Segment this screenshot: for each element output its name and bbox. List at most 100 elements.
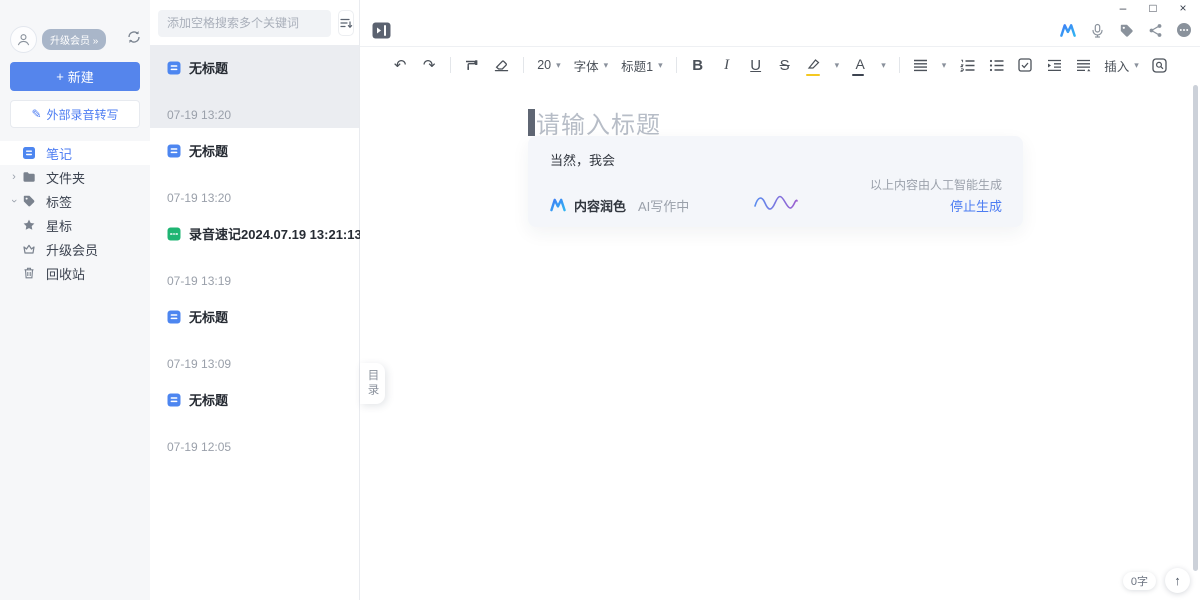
avatar[interactable] [10,26,37,53]
close-button[interactable]: × [1172,0,1194,16]
ai-generated-text: 当然，我会 [550,150,615,169]
bullet-list-icon[interactable] [988,54,1004,76]
ai-assistant-icon[interactable] [1060,22,1076,38]
doc-note-icon [167,393,181,407]
note-list-item[interactable]: 录音速记2024.07.19 13:21:13 07-19 13:19 [150,211,359,294]
title-placeholder: 请输入标题 [536,105,661,140]
trash-icon [22,266,37,281]
refresh-icon[interactable] [126,29,142,49]
sidebar-item-starred[interactable]: 星标 [0,213,150,237]
note-list-item[interactable]: 无标题 07-19 13:20 [150,45,359,128]
plus-icon: + [56,69,64,84]
sidebar-item-notes[interactable]: 笔记 [0,141,150,165]
scroll-to-top-button[interactable]: ↑ [1165,568,1190,593]
sidebar-item-trash[interactable]: 回收站 [0,261,150,285]
note-list-panel: 无标题 07-19 13:20 无标题 07-19 13:20 录音速记2024… [150,0,360,600]
sidebar-item-label: 回收站 [46,264,85,283]
sidebar: 升级会员 » + 新建 ✎ 外部录音转写 笔记 › 文件夹 › 标签 [0,0,150,600]
heading-dropdown[interactable]: 标题1 ▾ [621,56,662,75]
stop-generating-link[interactable]: 停止生成 [950,196,1002,215]
undo-icon[interactable]: ↶ [392,54,408,76]
ordered-list-icon[interactable] [959,54,975,76]
italic-button[interactable]: I [719,54,735,76]
insert-dropdown[interactable]: 插入 ▾ [1104,56,1139,75]
note-date: 07-19 13:20 [167,191,342,205]
redo-icon[interactable]: ↷ [421,54,437,76]
font-color-dropdown[interactable]: ▾ [881,60,886,71]
chevron-down-icon[interactable]: › [8,195,20,207]
chevron-down-icon: ▾ [1134,60,1139,71]
new-note-label: 新建 [68,67,94,86]
line-spacing-icon[interactable] [1075,54,1091,76]
microphone-icon[interactable] [1089,22,1105,38]
toc-label: 目录 [365,369,381,398]
search-input[interactable] [158,10,331,37]
indent-icon[interactable] [1046,54,1062,76]
ai-wave-animation [753,192,799,219]
editor-header [360,0,1200,47]
text-cursor [528,109,535,136]
font-family-value: 字体 [574,56,599,75]
title-input[interactable]: 请输入标题 [528,105,661,140]
maximize-button[interactable]: □ [1142,0,1164,16]
share-icon[interactable] [1147,22,1163,38]
sidebar-item-folders[interactable]: › 文件夹 [0,165,150,189]
new-note-button[interactable]: + 新建 [10,62,140,91]
user-row: 升级会员 » [10,24,142,54]
note-date: 07-19 13:09 [167,357,342,371]
toc-tab[interactable]: 目录 [360,363,385,404]
sort-icon[interactable] [338,10,354,36]
heading-value: 标题1 [621,56,653,75]
checkbox-icon[interactable] [1017,54,1033,76]
note-list-item[interactable]: 无标题 07-19 12:05 [150,377,359,460]
find-in-doc-icon[interactable] [1152,54,1168,76]
highlight-color-dropdown[interactable]: ▾ [835,60,840,71]
note-date: 07-19 13:19 [167,274,342,288]
sidebar-item-label: 升级会员 [46,240,98,259]
note-date: 07-19 13:20 [167,108,342,122]
chevron-right-icon[interactable]: › [8,171,20,183]
sidebar-menu: 笔记 › 文件夹 › 标签 星标 升级会员 回收站 [0,141,150,285]
user-icon [16,32,31,47]
eraser-icon[interactable] [493,54,510,76]
ai-disclaimer: 以上内容由人工智能生成 [870,176,1002,193]
align-icon[interactable] [913,54,929,76]
minimize-button[interactable]: – [1112,0,1134,16]
font-size-value: 20 [537,58,551,72]
sidebar-item-upgrade[interactable]: 升级会员 [0,237,150,261]
chevron-down-icon: ▾ [658,60,663,71]
note-title: 无标题 [189,390,228,409]
more-icon[interactable] [1176,22,1192,38]
collapse-sidebar-icon[interactable] [370,20,392,40]
doc-note-icon [167,144,181,158]
tag-icon[interactable] [1118,22,1134,38]
ai-logo-icon [550,198,566,212]
bold-button[interactable]: B [690,54,706,76]
upgrade-vip-badge[interactable]: 升级会员 » [42,29,106,50]
transcribe-label: 外部录音转写 [47,106,119,123]
note-list-item[interactable]: 无标题 07-19 13:20 [150,128,359,211]
note-date: 07-19 12:05 [167,440,342,454]
editor-body[interactable]: 请输入标题 当然，我会 以上内容由人工智能生成 内容润色 AI写作中 停止生成 … [360,82,1200,600]
chevron-down-icon: ▾ [942,60,947,71]
sidebar-item-label: 笔记 [46,144,72,163]
scrollbar-thumb[interactable] [1193,85,1198,571]
external-transcribe-button[interactable]: ✎ 外部录音转写 [10,100,140,128]
font-color-button[interactable]: A [852,54,868,76]
font-size-dropdown[interactable]: 20 ▾ [537,58,560,72]
strikethrough-button[interactable]: S [777,54,793,76]
font-family-dropdown[interactable]: 字体 ▾ [574,56,609,75]
note-list-item[interactable]: 无标题 07-19 13:09 [150,294,359,377]
align-dropdown[interactable]: ▾ [942,60,947,71]
word-count-badge: 0字 [1123,572,1156,590]
window-controls: – □ × [1112,0,1194,16]
format-painter-icon[interactable] [464,54,480,76]
chevron-down-icon: ▾ [835,60,840,71]
sidebar-item-label: 标签 [46,192,72,211]
highlight-pen-icon[interactable] [806,54,822,76]
font-color-letter: A [856,56,865,72]
up-arrow-icon: ↑ [1174,573,1181,588]
underline-button[interactable]: U [748,54,764,76]
note-title: 无标题 [189,141,228,160]
sidebar-item-tags[interactable]: › 标签 [0,189,150,213]
